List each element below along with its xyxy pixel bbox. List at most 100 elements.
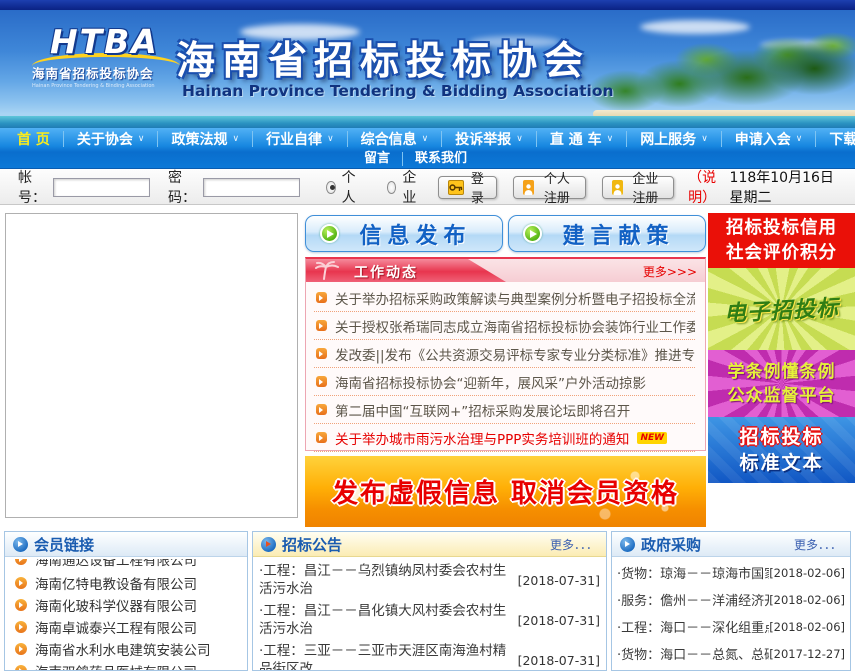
nav-item-home[interactable]: 首 页 [4,131,64,147]
member-item-clipped: 海南通达设备工程有限公司 [15,559,239,572]
personal-register-button[interactable]: 个人注册 [513,176,585,199]
news-item[interactable]: 关于举办城市雨污水治理与PPP实务培训班的通知NEW [314,424,695,452]
password-input[interactable] [203,178,300,197]
work-news-header: 工作动态 更多>>> [306,259,705,282]
radio-company-group: 企业 [387,167,422,207]
suggestions-button[interactable]: 建言献策 [508,215,706,252]
nav-item-express[interactable]: 直 通 车∨ [537,131,627,147]
government-procurement-header: 政府采购 更多．．． [612,532,850,557]
arrow-bullet-icon [15,599,27,611]
member-link[interactable]: 海南化玻科学仪器有限公司 [15,594,239,616]
procurement-date: [2018-02-06] [769,620,845,634]
nav-item-contact-us[interactable]: 联系我们 [403,152,479,166]
tender-item[interactable]: ·工程：三亚－－三亚市天涯区南海渔村精品街区改[2018-07-31] [259,640,600,671]
arrow-bullet-icon [15,665,27,671]
company-radio-label: 企业 [402,167,421,207]
procurement-item[interactable]: ·工程：海口－－深化组重点改[2018-02-06] [617,613,845,640]
government-procurement-section: 政府采购 更多．．． ·货物：琼海－－琼海市国家基[2018-02-06] ·服… [611,531,851,671]
member-links-section: 会员链接 海南通达设备工程有限公司 海南亿特电教设备有限公司 海南化玻科学仪器有… [4,531,248,671]
logo-chinese-name: 海南省招标投标协会 [32,63,192,82]
play-icon [523,224,542,243]
news-list: 关于举办招标采购政策解读与典型案例分析暨电子招投标全流程操作 关于授权张希瑞同志… [306,282,705,452]
member-links-title: 会员链接 [34,534,94,555]
news-panel-title: 工作动态 [354,262,418,282]
radio-personal-group: 个人 [326,167,361,207]
tender-date: [2018-07-31] [518,653,600,668]
slideshow-placeholder [5,213,298,518]
password-label: 密码： [168,167,199,207]
tender-item[interactable]: ·工程：昌江－－昌化镇大风村委会农村生活污水治[2018-07-31] [259,600,600,640]
account-input[interactable] [53,178,150,197]
site-banner: HTBA 海南省招标投标协会 Hainan Province Tendering… [0,10,855,128]
news-item[interactable]: 第二届中国“互联网+”招标采购发展论坛即将召开 [314,396,695,424]
procurement-list: ·货物：琼海－－琼海市国家基[2018-02-06] ·服务：儋州－－洋浦经济开… [612,557,850,671]
nav-item-policies[interactable]: 政策法规∨ [158,131,253,147]
standard-documents-banner[interactable]: 招标投标 标准文本 [708,417,855,483]
news-item[interactable]: 关于举办招标采购政策解读与典型案例分析暨电子招投标全流程操作 [314,284,695,312]
nav-item-membership[interactable]: 申请入会∨ [722,131,817,147]
current-date: 118年10月16日 星期二 [730,167,841,207]
tender-announcements-title: 招标公告 [282,534,342,555]
procurement-more-link[interactable]: 更多．．． [794,536,842,553]
government-procurement-title: 政府采购 [641,534,701,555]
member-link[interactable]: 海南卓诚泰兴工程有限公司 [15,616,239,638]
login-note-link[interactable]: （说明） [688,167,729,207]
login-bar: 帐号： 密码： 个人 企业 登 录 个人注册 企业注册 （说明） 118年10月… [0,170,855,205]
procurement-item[interactable]: ·货物：琼海－－琼海市国家基[2018-02-06] [617,559,845,586]
e-bidding-banner[interactable]: 电子招投标 [708,268,855,350]
nav-item-complaints[interactable]: 投诉举报∨ [442,131,537,147]
tender-item[interactable]: ·工程：昌江－－乌烈镇纳凤村委会农村生活污水治[2018-07-31] [259,560,600,600]
person-icon [612,180,623,195]
info-publish-button[interactable]: 信息发布 [305,215,503,252]
logo-acronym: HTBA [32,22,192,61]
palm-icon [314,261,340,282]
account-label: 帐号： [18,167,49,207]
company-register-button[interactable]: 企业注册 [602,176,674,199]
association-logo[interactable]: HTBA 海南省招标投标协会 Hainan Province Tendering… [32,22,192,122]
procurement-date: [2018-02-06] [769,593,845,607]
login-button[interactable]: 登 录 [438,176,498,199]
arrow-bullet-icon [15,577,27,589]
personal-radio-label: 个人 [342,167,361,207]
warning-banner[interactable]: 发布虚假信息 取消会员资格 [305,456,706,527]
member-link[interactable]: 海南通达设备工程有限公司 [15,559,239,570]
nav-item-self-discipline[interactable]: 行业自律∨ [253,131,348,147]
tender-date: [2018-07-31] [518,573,600,588]
news-more-link[interactable]: 更多>>> [643,263,697,280]
tender-announcements-header: 招标公告 更多．．． [253,532,606,557]
member-link[interactable]: 海南双鸽药品医械有限公司 [15,660,239,671]
main-navigation: 首 页 关于协会∨ 政策法规∨ 行业自律∨ 综合信息∨ 投诉举报∨ 直 通 车∨… [0,128,855,169]
tender-announcements-section: 招标公告 更多．．． ·工程：昌江－－乌烈镇纳凤村委会农村生活污水治[2018-… [252,531,607,671]
news-item[interactable]: 海南省招标投标协会“迎新年，展风采”户外活动掠影 [314,368,695,396]
nav-item-information[interactable]: 综合信息∨ [348,131,443,147]
tenders-more-link[interactable]: 更多．．． [550,536,598,553]
news-item[interactable]: 关于授权张希瑞同志成立海南省招标投标协会装饰行业工作委员会的 [314,312,695,340]
procurement-item[interactable]: ·服务：儋州－－洋浦经济开发[2018-02-06] [617,586,845,613]
credit-score-banner[interactable]: 招标投标信用 社会评价积分 [708,213,855,268]
company-radio[interactable] [387,181,397,194]
member-link[interactable]: 海南省水利水电建筑安装公司 [15,638,239,660]
logo-english-name: Hainan Province Tendering & Binding Asso… [32,83,192,89]
news-item[interactable]: 发改委||发布《公共资源交易评标专家专业分类标准》推进专家全 [314,340,695,368]
arrow-circle-icon [13,537,28,552]
arrow-bullet-icon [316,320,327,331]
procurement-item[interactable]: ·货物：海口－－总氮、总磷在[2017-12-27] [617,640,845,667]
public-supervision-banner[interactable]: 学条例懂条例 公众监督平台 [708,350,855,417]
nav-row-1: 首 页 关于协会∨ 政策法规∨ 行业自律∨ 综合信息∨ 投诉举报∨ 直 通 车∨… [0,128,855,150]
arrow-circle-icon [261,537,276,552]
nav-item-downloads[interactable]: 下载专区∨ [816,131,855,147]
site-title: 海南省招标投标协会 [176,30,590,86]
tender-date: [2018-07-31] [518,613,600,628]
nav-item-about[interactable]: 关于协会∨ [64,131,159,147]
nav-row-2: 留言 联系我们 [0,150,855,168]
member-links-header: 会员链接 [5,532,247,557]
nav-item-message-board[interactable]: 留言 [352,152,403,166]
procurement-item[interactable]: ·工程：海口－－海口市美兰区[2017-12-25] [617,667,845,671]
member-link[interactable]: 海南亿特电教设备有限公司 [15,572,239,594]
personal-radio[interactable] [326,181,336,194]
chevron-down-icon: ∨ [422,134,429,144]
arrow-circle-icon [620,537,635,552]
key-icon [448,180,464,195]
nav-item-online-services[interactable]: 网上服务∨ [627,131,722,147]
chevron-down-icon: ∨ [138,134,145,144]
